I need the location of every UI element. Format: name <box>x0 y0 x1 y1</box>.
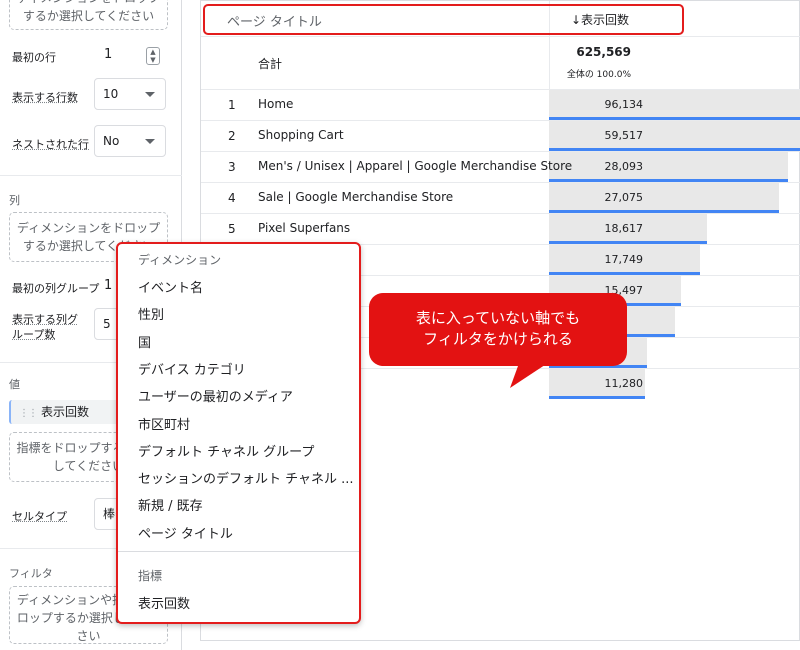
row-page-title: Men's / Unisex | Apparel | Google Mercha… <box>258 159 572 173</box>
menu-item-dimension[interactable]: セッションのデフォルト チャネル ... <box>138 468 354 487</box>
row-views-value: 59,517 <box>549 129 643 142</box>
total-percentage: 全体の 100.0% <box>549 67 631 80</box>
cell-type-label: セルタイプ <box>12 508 67 524</box>
menu-item-metric[interactable]: 表示回数 <box>138 593 190 612</box>
row-page-title: Sale | Google Merchandise Store <box>258 190 453 204</box>
rows-dimension-dropzone[interactable]: ディメンションをドロップするか選択してください <box>9 0 168 30</box>
annotation-callout: 表に入っていない軸でも フィルタをかけられる <box>369 293 627 366</box>
rows-shown-select[interactable]: 10 <box>94 78 166 110</box>
row-number: 4 <box>228 191 236 205</box>
row-page-title: Home <box>258 97 293 111</box>
table-row[interactable]: 1 Home 96,134 <box>201 89 800 120</box>
menu-item-dimension[interactable]: イベント名 <box>138 277 203 296</box>
stepper-icon[interactable]: ▲ ▼ <box>146 47 160 65</box>
table-row[interactable]: 5 Pixel Superfans 18,617 <box>201 213 800 244</box>
first-row-label: 最初の行 <box>12 49 56 65</box>
col-groups-shown-label: 表示する列グループ数 <box>12 312 80 342</box>
metric-chip-label: 表示回数 <box>41 405 89 419</box>
chevron-down-icon <box>145 92 155 97</box>
total-label: 合計 <box>258 55 282 72</box>
menu-item-dimension[interactable]: デバイス カテゴリ <box>138 359 246 378</box>
row-views-value: 18,617 <box>549 222 643 235</box>
row-views-value: 28,093 <box>549 160 643 173</box>
nested-rows-label: ネストされた行 <box>12 136 89 152</box>
metrics-header: 指標 <box>138 567 162 584</box>
menu-item-dimension[interactable]: ユーザーの最初のメディア <box>138 386 293 405</box>
menu-item-dimension[interactable]: デフォルト チャネル グループ <box>138 441 314 460</box>
columns-section-title: 列 <box>9 192 20 208</box>
row-views-value: 96,134 <box>549 98 643 111</box>
row-page-title: Pixel Superfans <box>258 221 350 235</box>
menu-divider <box>118 551 359 552</box>
menu-item-dimension[interactable]: 国 <box>138 332 151 351</box>
rows-shown-label: 表示する行数 <box>12 89 78 105</box>
dimensions-header: ディメンション <box>138 251 221 268</box>
table-row[interactable]: 4 Sale | Google Merchandise Store 27,075 <box>201 182 800 213</box>
col-groups-shown-value: 5 <box>103 317 111 331</box>
total-value: 625,569 <box>549 45 631 59</box>
callout-line-1: 表に入っていない軸でも <box>369 308 627 329</box>
row-page-title: Shopping Cart <box>258 128 344 142</box>
nested-rows-select[interactable]: No <box>94 125 166 157</box>
divider <box>0 175 182 176</box>
table-row[interactable]: 3 Men's / Unisex | Apparel | Google Merch… <box>201 151 800 182</box>
menu-item-dimension[interactable]: 新規 / 既存 <box>138 495 203 514</box>
values-section-title: 値 <box>9 376 20 392</box>
field-dropdown: ディメンション イベント名性別国デバイス カテゴリユーザーの最初のメディア 市区町… <box>116 242 361 624</box>
header-highlight <box>203 4 684 35</box>
chevron-down-icon <box>145 139 155 144</box>
menu-item-dimension[interactable]: 性別 <box>138 304 164 323</box>
row-views-value: 17,749 <box>549 253 643 266</box>
row-views-value: 27,075 <box>549 191 643 204</box>
menu-item-dimension[interactable]: 市区町村 <box>138 414 190 433</box>
first-row-value[interactable]: 1 <box>104 47 112 62</box>
filter-section-title: フィルタ <box>9 565 53 581</box>
row-number: 1 <box>228 98 236 112</box>
callout-line-2: フィルタをかけられる <box>369 329 627 350</box>
row-number: 3 <box>228 160 236 174</box>
menu-item-dimension[interactable]: ページ タイトル <box>138 523 233 542</box>
nested-rows-value: No <box>103 134 119 148</box>
row-number: 5 <box>228 222 236 236</box>
drag-handle-icon[interactable]: ⋮⋮ <box>19 408 37 419</box>
table-row[interactable]: 2 Shopping Cart 59,517 <box>201 120 800 151</box>
rows-shown-value: 10 <box>103 87 118 101</box>
row-number: 2 <box>228 129 236 143</box>
first-col-group-label: 最初の列グループ <box>12 280 99 296</box>
first-col-group-value[interactable]: 1 <box>104 278 112 293</box>
